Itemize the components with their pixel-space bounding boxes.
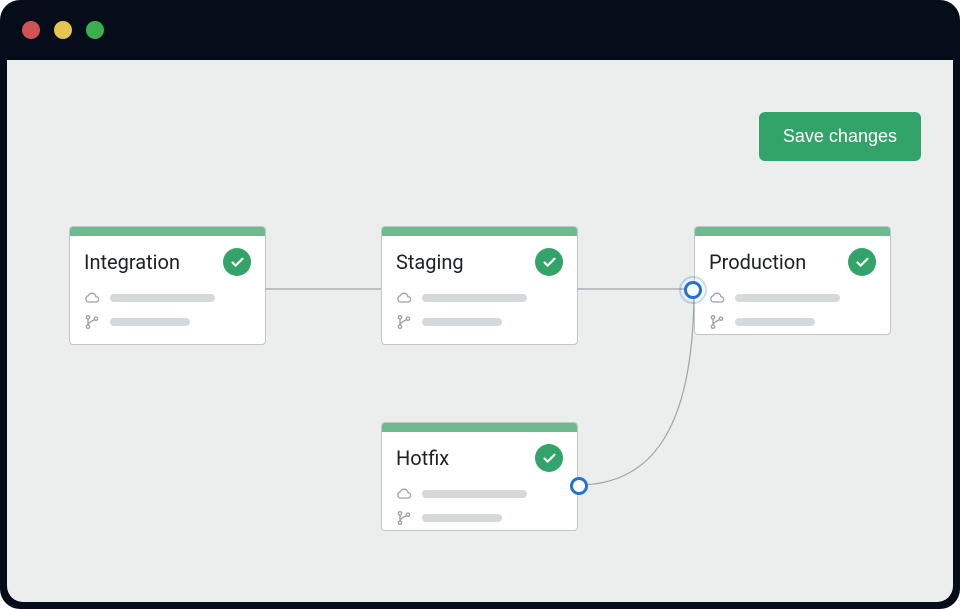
branch-icon: [709, 314, 725, 330]
cloud-icon: [84, 290, 100, 306]
node-hotfix[interactable]: Hotfix: [381, 422, 578, 531]
edge-hotfix-production: [578, 289, 694, 485]
placeholder-line: [422, 514, 502, 522]
node-header-bar: [382, 423, 577, 432]
check-icon: [535, 444, 563, 472]
node-title: Production: [709, 250, 806, 274]
check-icon: [535, 248, 563, 276]
connection-port[interactable]: [570, 477, 588, 495]
node-title: Integration: [84, 250, 180, 274]
node-integration[interactable]: Integration: [69, 226, 266, 345]
node-staging[interactable]: Staging: [381, 226, 578, 345]
save-changes-button[interactable]: Save changes: [759, 112, 921, 161]
placeholder-line: [735, 294, 840, 302]
placeholder-line: [422, 490, 527, 498]
branch-icon: [396, 314, 412, 330]
app-window: Save changes Integration: [0, 0, 960, 609]
maximize-window-button[interactable]: [86, 21, 104, 39]
check-icon: [848, 248, 876, 276]
check-icon: [223, 248, 251, 276]
close-window-button[interactable]: [22, 21, 40, 39]
titlebar: [0, 0, 960, 60]
placeholder-line: [110, 318, 190, 326]
node-title: Staging: [396, 250, 464, 274]
connection-port[interactable]: [684, 281, 702, 299]
placeholder-line: [422, 318, 502, 326]
placeholder-line: [735, 318, 815, 326]
node-title: Hotfix: [396, 446, 449, 470]
cloud-icon: [396, 486, 412, 502]
node-production[interactable]: Production: [694, 226, 891, 335]
placeholder-line: [110, 294, 215, 302]
cloud-icon: [709, 290, 725, 306]
cloud-icon: [396, 290, 412, 306]
diagram-canvas[interactable]: Save changes Integration: [7, 60, 953, 602]
branch-icon: [396, 510, 412, 526]
node-header-bar: [70, 227, 265, 236]
branch-icon: [84, 314, 100, 330]
node-header-bar: [695, 227, 890, 236]
placeholder-line: [422, 294, 527, 302]
minimize-window-button[interactable]: [54, 21, 72, 39]
node-header-bar: [382, 227, 577, 236]
